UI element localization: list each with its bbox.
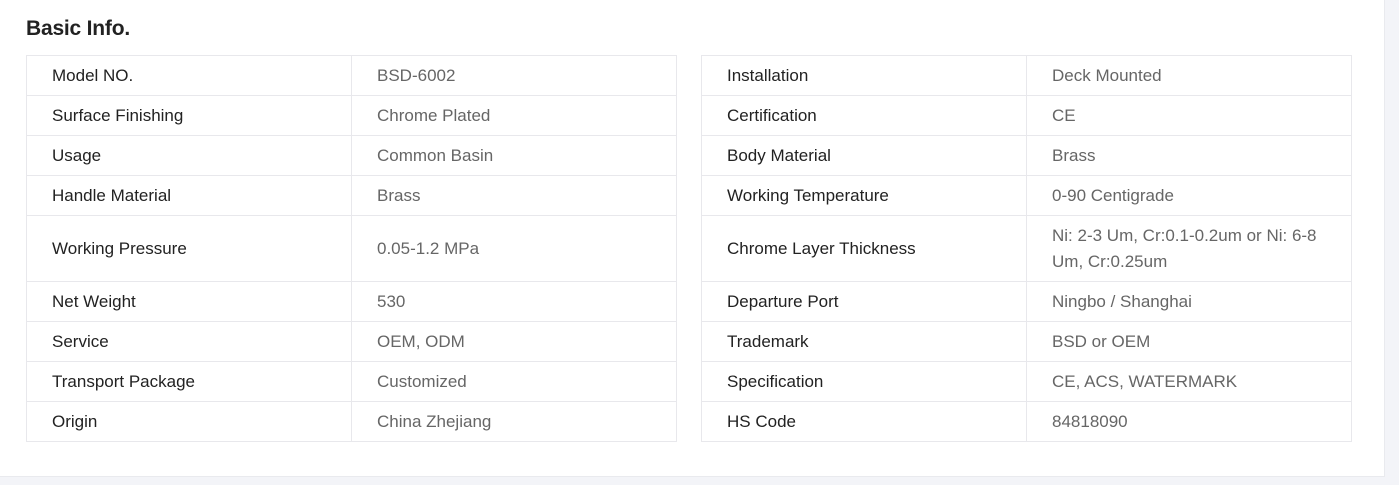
spec-label: Surface Finishing [26, 95, 352, 136]
spec-value: Deck Mounted [1026, 55, 1352, 96]
spec-value: CE, ACS, WATERMARK [1026, 361, 1352, 402]
spec-label: Body Material [701, 135, 1027, 176]
table-row: Transport Package Customized [26, 361, 677, 402]
spec-value: OEM, ODM [351, 321, 677, 362]
spec-value: Brass [351, 175, 677, 216]
spec-label: Service [26, 321, 352, 362]
spec-label: Model NO. [26, 55, 352, 96]
spec-value: Ni: 2-3 Um, Cr:0.1-0.2um or Ni: 6-8 Um, … [1026, 215, 1352, 282]
spec-value: Chrome Plated [351, 95, 677, 136]
spec-label: Installation [701, 55, 1027, 96]
spec-label: Working Pressure [26, 215, 352, 282]
table-row: Body Material Brass [701, 135, 1352, 176]
spec-label: Chrome Layer Thickness [701, 215, 1027, 282]
spec-value: Brass [1026, 135, 1352, 176]
spec-label: Net Weight [26, 281, 352, 322]
spec-label: Working Temperature [701, 175, 1027, 216]
table-row: Service OEM, ODM [26, 321, 677, 362]
table-row: Certification CE [701, 95, 1352, 136]
spec-label: Transport Package [26, 361, 352, 402]
spec-label: Usage [26, 135, 352, 176]
spec-label: Origin [26, 401, 352, 442]
table-row: Specification CE, ACS, WATERMARK [701, 361, 1352, 402]
spec-value: Common Basin [351, 135, 677, 176]
section-title: Basic Info. [26, 17, 130, 40]
spec-label: Handle Material [26, 175, 352, 216]
spec-value: China Zhejiang [351, 401, 677, 442]
table-row: Net Weight 530 [26, 281, 677, 322]
table-row: HS Code 84818090 [701, 401, 1352, 442]
table-row: Chrome Layer Thickness Ni: 2-3 Um, Cr:0.… [701, 215, 1352, 282]
spec-value: Ningbo / Shanghai [1026, 281, 1352, 322]
spec-value: BSD-6002 [351, 55, 677, 96]
spec-value: 0.05-1.2 MPa [351, 215, 677, 282]
basic-info-panel: Basic Info. Model NO. BSD-6002 Surface F… [0, 0, 1385, 477]
spec-label: Specification [701, 361, 1027, 402]
table-row: Working Temperature 0-90 Centigrade [701, 175, 1352, 216]
table-row: Trademark BSD or OEM [701, 321, 1352, 362]
basic-info-table-right: Installation Deck Mounted Certification … [701, 55, 1352, 442]
table-row: Usage Common Basin [26, 135, 677, 176]
spec-label: HS Code [701, 401, 1027, 442]
spec-value: Customized [351, 361, 677, 402]
table-row: Surface Finishing Chrome Plated [26, 95, 677, 136]
table-row: Installation Deck Mounted [701, 55, 1352, 96]
table-row: Origin China Zhejiang [26, 401, 677, 442]
spec-value: CE [1026, 95, 1352, 136]
table-row: Working Pressure 0.05-1.2 MPa [26, 215, 677, 282]
spec-value: 530 [351, 281, 677, 322]
spec-label: Certification [701, 95, 1027, 136]
spec-value: BSD or OEM [1026, 321, 1352, 362]
table-row: Model NO. BSD-6002 [26, 55, 677, 96]
table-row: Departure Port Ningbo / Shanghai [701, 281, 1352, 322]
page-right-edge [1386, 0, 1399, 485]
table-row: Handle Material Brass [26, 175, 677, 216]
spec-label: Trademark [701, 321, 1027, 362]
spec-value: 0-90 Centigrade [1026, 175, 1352, 216]
spec-value: 84818090 [1026, 401, 1352, 442]
spec-label: Departure Port [701, 281, 1027, 322]
basic-info-table-left: Model NO. BSD-6002 Surface Finishing Chr… [26, 55, 677, 442]
